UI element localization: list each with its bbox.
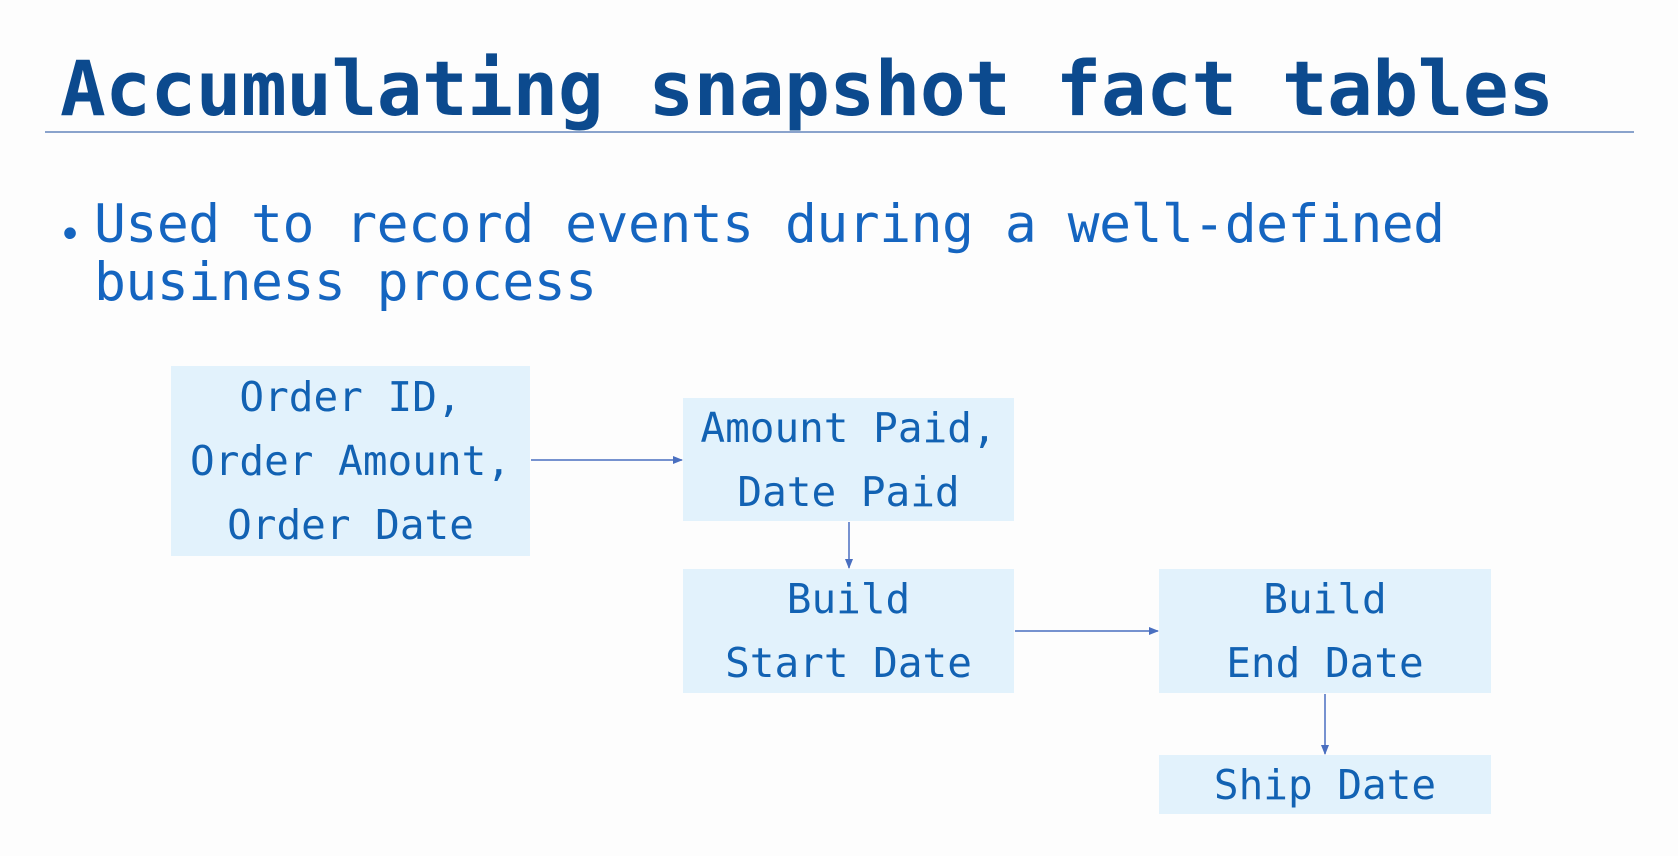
diagram-arrows [531,456,1329,755]
